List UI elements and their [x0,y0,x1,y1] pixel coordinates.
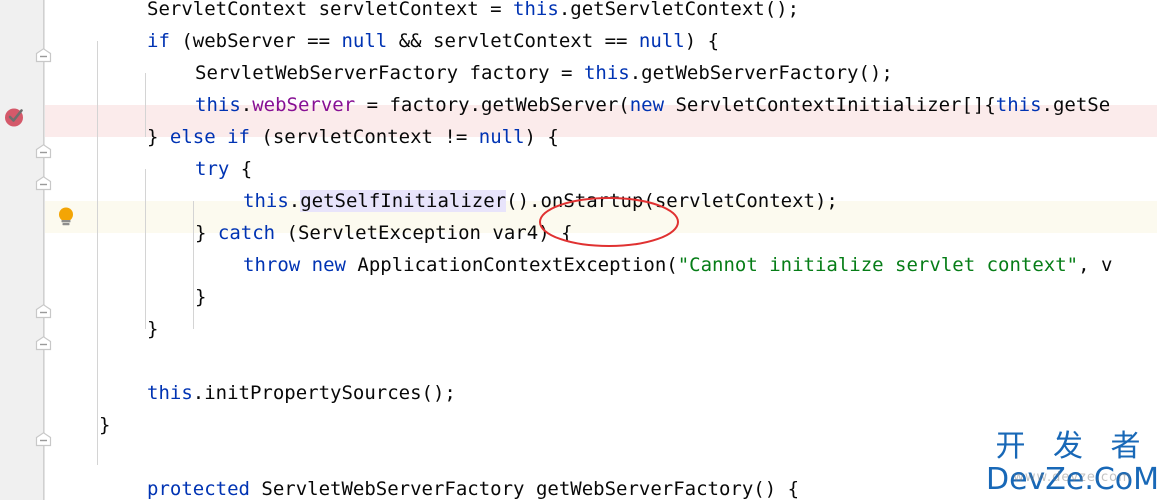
code-token: new [629,94,665,116]
code-token: this [995,94,1042,116]
fold-collapse-icon[interactable] [35,176,52,193]
line-next-method-signature[interactable]: protected ServletWebServerFactory getWeb… [147,473,799,500]
line-try[interactable]: try { [195,153,252,185]
code-token: else if [169,126,250,148]
code-token: throw [243,254,301,276]
editor-gutter[interactable] [0,0,45,500]
line-catch[interactable]: } catch (ServletException var4) { [195,217,573,249]
code-token: } [99,414,111,436]
line-close-elseif[interactable]: } [147,313,158,345]
code-token: ApplicationContextException( [345,254,678,276]
code-token: ().onStartup(servletContext); [506,190,838,212]
code-token: catch [217,222,276,244]
line-webserver-assign[interactable]: this.webServer = factory.getWebServer(ne… [195,89,1110,121]
fold-collapse-icon[interactable] [35,48,52,65]
verified-breakpoint-icon[interactable] [4,106,26,128]
code-token: . [240,94,253,116]
line-if-webserver-null[interactable]: if (webServer == null && servletContext … [147,25,719,57]
line-servletcontext-decl[interactable]: ServletContext servletContext = this.get… [147,0,799,25]
fold-collapse-icon[interactable] [35,304,52,321]
watermark-subtext: www.devze.com [1013,470,1132,485]
code-token: try [195,158,230,180]
code-token: null [638,30,685,52]
code-token: && servletContext == [387,30,639,52]
code-token: ServletWebServerFactory factory = [195,62,584,84]
code-token: this [147,382,193,404]
code-token: } [195,286,207,308]
code-token: "Cannot initialize servlet context" [677,254,1079,276]
code-token: protected [147,478,250,500]
code-token: this [583,62,630,84]
code-token: ServletWebServerFactory [249,478,536,500]
fold-collapse-icon[interactable] [35,336,52,353]
lightbulb-icon[interactable] [56,206,76,228]
code-token: .getWebServerFactory(); [629,62,893,84]
site-watermark: 开 发 者 DevZe.CoM www.devze.com [986,430,1157,496]
code-token: this [243,190,289,212]
code-token: = factory.getWebServer( [355,94,630,116]
code-token: (webServer == [169,30,342,52]
code-token: } [195,222,218,244]
code-token: .getServletContext(); [558,0,800,20]
line-throw[interactable]: throw new ApplicationContextException("C… [243,249,1112,281]
code-token: new [311,254,346,276]
code-token: .getSe [1041,94,1111,116]
code-token: this [195,94,241,116]
line-init-property-sources[interactable]: this.initPropertySources(); [147,377,456,409]
code-token: ServletContextInitializer[]{ [664,94,996,116]
code-token: ) { [684,30,720,52]
code-token: ServletContext servletContext = [147,0,514,20]
code-token: () { [753,478,800,500]
code-token: .initPropertySources(); [192,382,456,404]
fold-collapse-icon[interactable] [35,144,52,161]
code-token: (servletContext != [249,126,479,148]
code-editor-window: ServletContext servletContext = this.get… [0,0,1157,500]
code-token: getWebServerFactory [535,478,754,500]
code-token: ) { [524,126,559,148]
code-token: } [147,318,159,340]
code-token: webServer [252,94,356,116]
code-token: (ServletException var4) { [275,222,573,244]
line-else-if[interactable]: } else if (servletContext != null) { [147,121,559,153]
code-token: null [341,30,388,52]
code-token: if [147,30,170,52]
code-token: { [229,158,253,180]
fold-rail-line [43,0,44,500]
line-factory-decl[interactable]: ServletWebServerFactory factory = this.g… [195,57,893,89]
code-token: getSelfInitializer [300,190,507,212]
code-token: } [147,126,170,148]
watermark-chinese-text: 开 发 者 [995,429,1150,464]
code-token: , v [1078,254,1113,276]
line-close-method[interactable]: } [99,409,110,441]
code-token: this [513,0,559,20]
line-onstartup[interactable]: this.getSelfInitializer().onStartup(serv… [243,185,838,217]
fold-collapse-icon[interactable] [35,432,52,449]
code-token: null [478,126,525,148]
code-text-layer[interactable]: ServletContext servletContext = this.get… [0,0,1157,500]
code-token: . [288,190,301,212]
line-close-catch[interactable]: } [195,281,206,313]
